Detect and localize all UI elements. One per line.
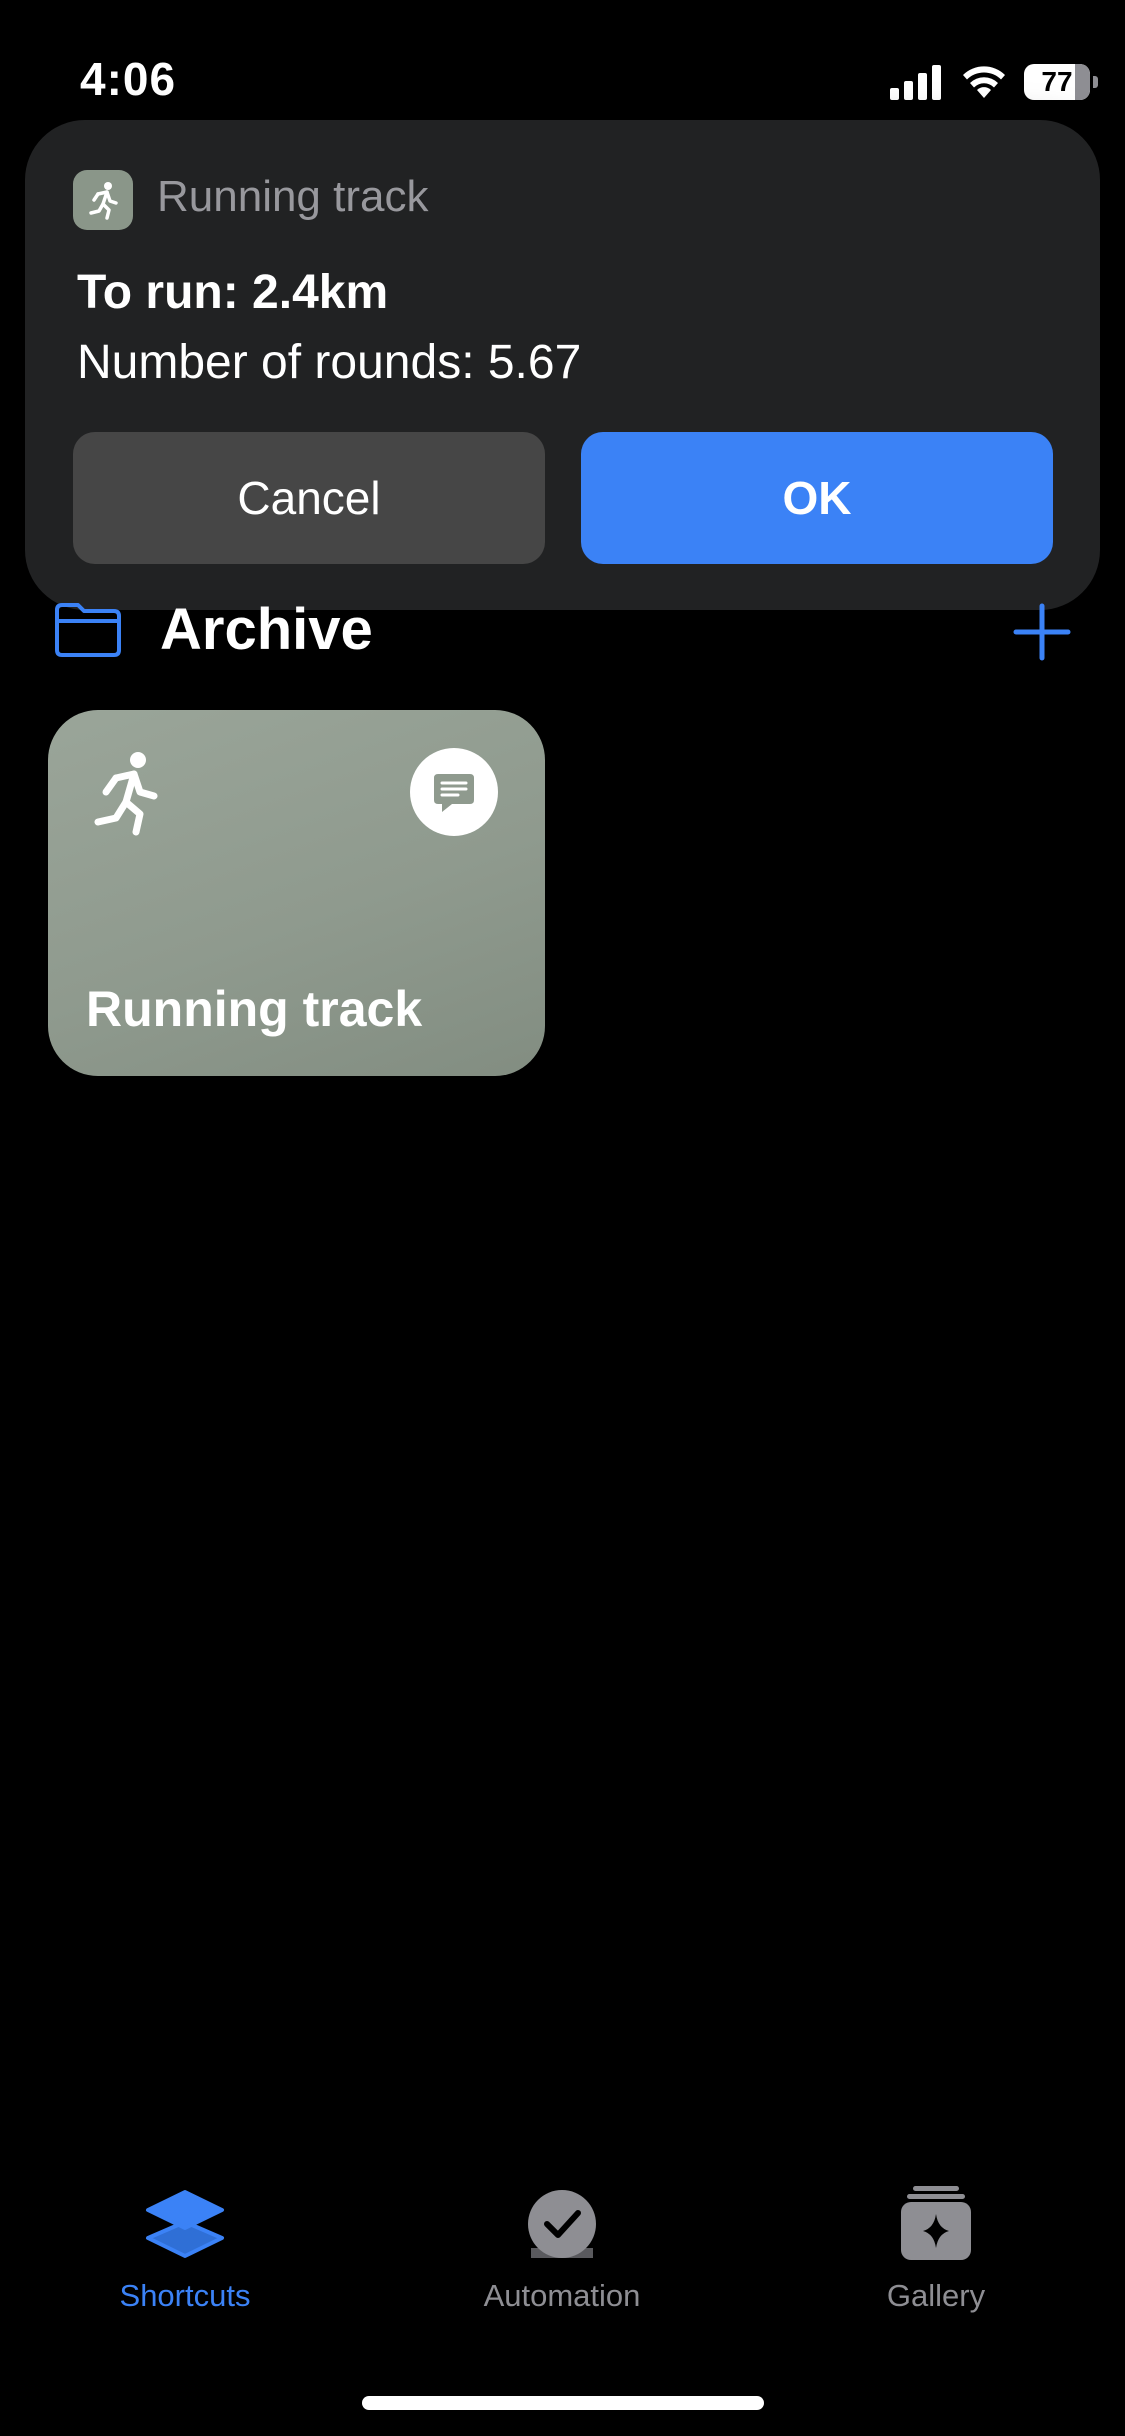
status-time: 4:06 (80, 53, 177, 105)
ok-button[interactable]: OK (581, 432, 1053, 564)
cancel-button[interactable]: Cancel (73, 432, 545, 564)
folder-title: Archive (160, 597, 373, 662)
home-indicator[interactable] (362, 2396, 764, 2410)
running-figure-icon (73, 170, 133, 230)
folder-icon (55, 603, 121, 657)
battery-level: 77 (1041, 66, 1073, 97)
shortcut-tile-running-track[interactable]: Running track (48, 710, 545, 1076)
tab-bar: Shortcuts Automation Gallery (0, 2180, 1125, 2320)
checkmark-clock-icon (528, 2190, 596, 2258)
tab-gallery[interactable]: Gallery (806, 2180, 1066, 2320)
shortcut-alert: Running track To run: 2.4km Number of ro… (25, 120, 1100, 610)
alert-app-name: Running track (157, 172, 429, 221)
battery-icon: 77 (1024, 64, 1098, 100)
running-figure-icon (94, 752, 158, 836)
wifi-icon (963, 66, 1005, 98)
tab-label: Automation (483, 2278, 641, 2313)
sparkle-stack-icon (901, 2186, 971, 2260)
stacked-layers-icon (146, 2190, 224, 2258)
cellular-signal-icon (890, 65, 941, 100)
status-bar: 4:06 77 (0, 0, 1125, 130)
shortcut-tile-title: Running track (86, 981, 423, 1037)
alert-message: Number of rounds: 5.67 (77, 336, 582, 389)
alert-title: To run: 2.4km (77, 266, 389, 319)
plus-icon[interactable] (1012, 602, 1072, 662)
speech-bubble-icon[interactable] (410, 748, 498, 836)
tab-label: Shortcuts (119, 2278, 251, 2313)
tab-label: Gallery (886, 2278, 986, 2313)
tab-shortcuts[interactable]: Shortcuts (55, 2180, 315, 2320)
status-indicators: 77 (890, 62, 1098, 102)
tab-automation[interactable]: Automation (432, 2180, 692, 2320)
